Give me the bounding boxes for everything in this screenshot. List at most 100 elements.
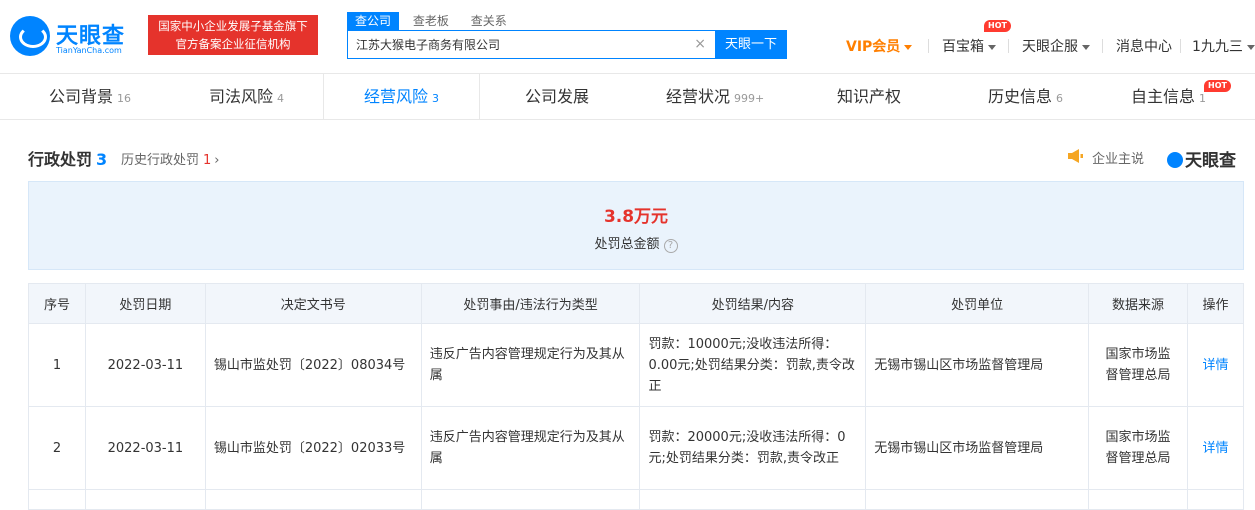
tab-label: 历史信息 [988, 87, 1053, 106]
tab-judicial-risk[interactable]: 司法风险 4 [209, 74, 284, 120]
detail-link[interactable]: 详情 [1202, 358, 1228, 373]
treasure-box-menu[interactable]: 百宝箱 [942, 36, 996, 56]
tab-intellectual-property[interactable]: 知识产权 [837, 74, 901, 120]
treasure-label: 百宝箱 [942, 39, 984, 55]
cell-index [28, 489, 86, 510]
tab-label: 自主信息 [1131, 87, 1196, 106]
section-title: 行政处罚 3 [28, 146, 107, 170]
tianyancha-brand: 天眼查 [1167, 146, 1236, 171]
tab-company-background[interactable]: 公司背景 16 [49, 74, 131, 120]
cell-unit: 无锡市锡山区市场监督管理局 [865, 323, 1090, 407]
chevron-down-icon [1082, 44, 1090, 50]
cell-doc-no [204, 489, 422, 510]
col-header-reason: 处罚事由/违法行为类型 [420, 283, 641, 324]
cell-date: 2022-03-11 [84, 323, 206, 407]
user-menu[interactable]: 1九九三 [1192, 36, 1255, 56]
cell-index: 1 [28, 323, 86, 407]
banner-line1: 国家中小企业发展子基金旗下 [158, 19, 308, 33]
eye-logo-icon [1167, 152, 1183, 168]
search-box: × [347, 30, 717, 59]
tab-count: 4 [277, 92, 285, 105]
search-type-tabs: 查公司 查老板 查关系 [347, 12, 517, 30]
search-button[interactable]: 天眼一下 [715, 30, 787, 59]
user-name: 1九九三 [1192, 39, 1243, 55]
cell-date: 2022-03-11 [84, 406, 206, 490]
col-header-unit: 处罚单位 [865, 283, 1090, 324]
speaker-icon [1068, 149, 1083, 163]
section-title-text: 行政处罚 [28, 150, 93, 169]
message-center-link[interactable]: 消息中心 [1116, 36, 1172, 56]
search-tab-relation[interactable]: 查关系 [463, 12, 515, 30]
clear-icon[interactable]: × [694, 36, 706, 52]
tab-count: 6 [1056, 92, 1064, 105]
enterprise-label: 天眼企服 [1022, 39, 1078, 55]
tab-label: 公司背景 [49, 87, 114, 106]
cell-doc-no: 锡山市监处罚〔2022〕02033号 [204, 406, 422, 490]
col-header-source: 数据来源 [1088, 283, 1188, 324]
cell-index: 2 [28, 406, 86, 490]
hot-badge: HOT [1204, 80, 1231, 92]
hot-badge: HOT [984, 20, 1011, 32]
cell-result: 罚款：20000元;没收违法所得：0元;处罚结果分类：罚款,责令改正 [639, 406, 867, 490]
cell-reason: 违反广告内容管理规定行为及其从属 [420, 406, 641, 490]
company-section-tabs: 公司背景 16 司法风险 4 经营风险 3 公司发展 经营状况 999+ 知识产权 历史… [0, 74, 1255, 120]
cell-unit: 无锡市锡山区市场监督管理局 [865, 406, 1090, 490]
nav-divider [1008, 39, 1009, 53]
vip-label: VIP会员 [846, 39, 901, 55]
cell-action: 详情 [1186, 323, 1245, 407]
col-header-index: 序号 [28, 283, 86, 324]
cell-action: 详情 [1186, 406, 1245, 490]
eye-logo-icon [10, 16, 50, 56]
col-header-action: 操作 [1186, 283, 1245, 324]
summary-label-text: 处罚总金额 [594, 237, 660, 252]
cell-result [639, 489, 867, 510]
tab-divider [479, 74, 480, 120]
history-penalty-link[interactable]: 历史行政处罚 1 › [121, 149, 220, 168]
col-header-doc-no: 决定文书号 [204, 283, 422, 324]
tab-label: 经营风险 [364, 87, 429, 106]
penalty-table: 序号 处罚日期 决定文书号 处罚事由/违法行为类型 处罚结果/内容 处罚单位 数… [28, 283, 1245, 510]
table-row: 2 2022-03-11 锡山市监处罚〔2022〕02033号 违反广告内容管理… [28, 406, 1245, 490]
tab-company-development[interactable]: 公司发展 [525, 74, 589, 120]
table-header-row: 序号 处罚日期 决定文书号 处罚事由/违法行为类型 处罚结果/内容 处罚单位 数… [28, 283, 1245, 324]
total-penalty-label: 处罚总金额? [29, 233, 1243, 253]
table-row: 1 2022-03-11 锡山市监处罚〔2022〕08034号 违反广告内容管理… [28, 323, 1245, 407]
col-header-result: 处罚结果/内容 [639, 283, 867, 324]
tab-label: 经营状况 [666, 87, 731, 106]
history-label: 历史行政处罚 [121, 153, 200, 168]
cell-doc-no: 锡山市监处罚〔2022〕08034号 [204, 323, 422, 407]
logo-subtext: TianYanCha.com [56, 46, 122, 55]
chevron-down-icon [1246, 44, 1255, 50]
detail-link[interactable]: 详情 [1202, 441, 1228, 456]
enterprise-service-menu[interactable]: 天眼企服 [1022, 36, 1090, 56]
tab-operating-risk[interactable]: 经营风险 3 [364, 74, 439, 120]
tab-count: 16 [117, 92, 132, 105]
owner-say-link[interactable]: 企业主说 [1092, 148, 1144, 167]
cell-source [1088, 489, 1188, 510]
search-tab-boss[interactable]: 查老板 [405, 12, 457, 30]
tab-operating-status[interactable]: 经营状况 999+ [666, 74, 764, 120]
tab-self-info[interactable]: 自主信息 1 [1131, 74, 1206, 120]
tab-label: 知识产权 [837, 87, 902, 106]
cell-result: 罚款：10000元;没收违法所得：0.00元;处罚结果分类：罚款,责令改正 [639, 323, 867, 407]
table-row [28, 489, 1245, 510]
section-count: 3 [96, 150, 108, 169]
nav-divider [928, 39, 929, 53]
tab-history-info[interactable]: 历史信息 6 [988, 74, 1063, 120]
tab-count: 1 [1199, 92, 1207, 105]
banner-line2: 官方备案企业征信机构 [175, 37, 291, 51]
question-icon[interactable]: ? [663, 239, 678, 253]
vip-member-link[interactable]: VIP会员 [846, 36, 913, 56]
tab-label: 公司发展 [525, 87, 590, 106]
tab-count: 999+ [734, 92, 765, 105]
tianyancha-logo[interactable]: 天眼查 TianYanCha.com [10, 12, 142, 58]
tab-label: 司法风险 [209, 87, 274, 106]
official-banner: 国家中小企业发展子基金旗下 官方备案企业征信机构 [148, 15, 318, 55]
chevron-down-icon [988, 44, 996, 50]
cell-reason: 违反广告内容管理规定行为及其从属 [420, 323, 641, 407]
history-count: 1 [203, 153, 212, 168]
search-tab-company[interactable]: 查公司 [347, 12, 400, 30]
col-header-date: 处罚日期 [84, 283, 206, 324]
cell-unit [865, 489, 1090, 510]
search-input[interactable] [348, 31, 688, 58]
